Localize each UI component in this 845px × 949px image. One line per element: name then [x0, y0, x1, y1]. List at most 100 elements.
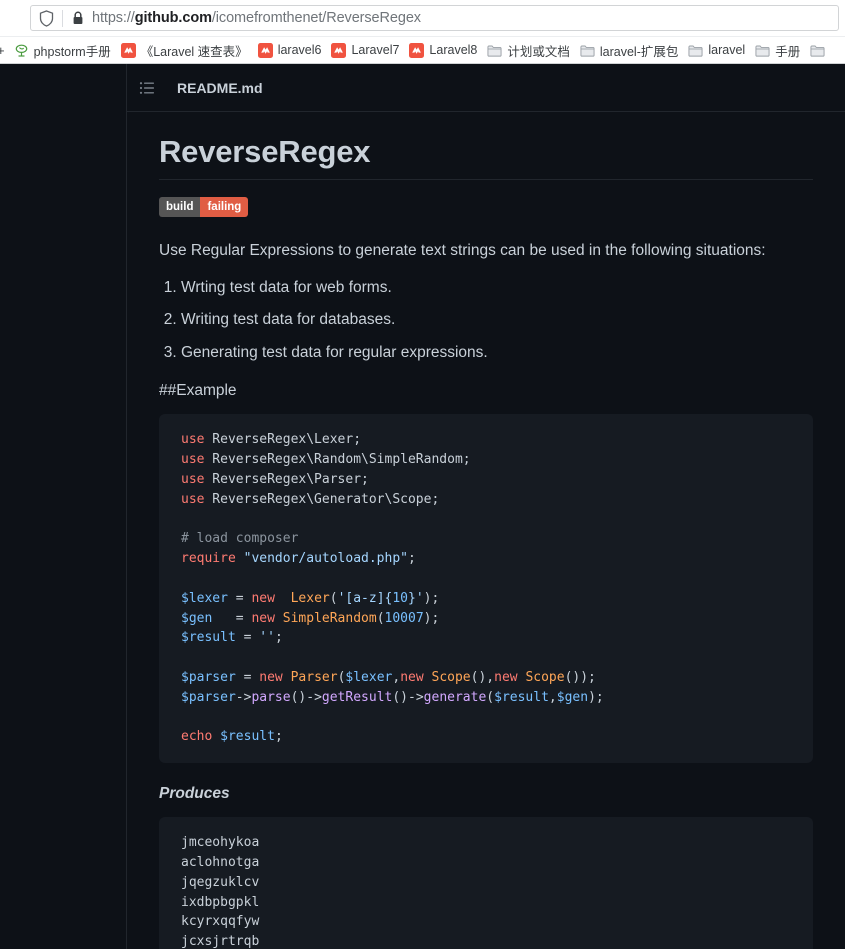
code-token: $lexer: [345, 669, 393, 685]
code-token: ()->: [392, 689, 424, 705]
code-token: # load composer: [181, 531, 299, 547]
bookmark-label: phpstorm手册: [33, 44, 111, 59]
code-token: );: [588, 689, 604, 705]
folder-icon: [688, 43, 703, 58]
bookmark-item[interactable]: 手册: [750, 39, 805, 62]
laravel-icon: [331, 42, 347, 58]
intro-paragraph: Use Regular Expressions to generate text…: [159, 242, 766, 259]
code-token: (),: [470, 669, 495, 685]
list-item: Generating test data for regular express…: [181, 342, 813, 364]
code-token: (: [329, 590, 338, 606]
output-line: jqegzuklcv: [181, 874, 260, 890]
code-token: }': [408, 590, 424, 606]
code-token: new: [251, 590, 275, 606]
url-host: github.com: [134, 10, 212, 26]
url-scheme: https://: [92, 10, 135, 26]
code-token: generate: [423, 689, 487, 705]
code-token: new: [400, 669, 424, 685]
bookmark-label: laravel: [708, 43, 746, 57]
code-token: use: [181, 452, 205, 468]
code-token: Scope: [431, 669, 471, 685]
page-body: README.md ReverseRegex build failing Use…: [0, 64, 845, 949]
url-path: /icomefromthenet/ReverseRegex: [211, 10, 421, 26]
list-unordered-icon[interactable]: [139, 80, 155, 96]
url-text: https://github.com/icomefromthenet/Rever…: [92, 10, 421, 26]
status-badge[interactable]: build failing: [159, 197, 249, 217]
bookmark-item[interactable]: phpstorm手册: [9, 39, 116, 62]
code-token: Parser: [290, 669, 338, 685]
code-token: ReverseRegex\Lexer;: [204, 432, 362, 448]
code-token: =: [227, 590, 252, 606]
readme-content: ReverseRegex build failing Use Regular E…: [127, 112, 845, 949]
code-token: use: [181, 472, 205, 488]
output-line: jmceohykoa: [181, 835, 260, 851]
readme-file-name[interactable]: README.md: [177, 80, 263, 96]
browser-chrome: https://github.com/icomefromthenet/Rever…: [0, 0, 845, 64]
code-token: require: [181, 551, 236, 567]
bookmark-item[interactable]: [805, 41, 830, 60]
code-token: ;: [408, 551, 416, 567]
code-token: parse: [251, 689, 291, 705]
bookmark-item[interactable]: Laravel8: [404, 41, 482, 60]
badge-value: failing: [200, 197, 249, 217]
code-token: =: [235, 669, 260, 685]
laravel-icon: [409, 42, 425, 58]
page-title: ReverseRegex: [159, 134, 813, 180]
code-token: ());: [564, 669, 596, 685]
bookmark-label: Laravel7: [351, 43, 400, 57]
bookmark-item[interactable]: 计划或文档: [482, 39, 575, 62]
code-block-output[interactable]: jmceohykoa aclohnotga jqegzuklcv ixdbpbg…: [159, 817, 813, 949]
readme-panel: README.md ReverseRegex build failing Use…: [126, 64, 845, 949]
shield-icon[interactable]: [39, 9, 54, 27]
code-block-example[interactable]: use ReverseRegex\Lexer; use ReverseRegex…: [159, 414, 813, 764]
code-token: (: [376, 610, 385, 626]
bookmark-item[interactable]: Laravel7: [326, 41, 404, 60]
bookmark-label: 《Laravel 速查表》: [140, 44, 248, 59]
laravel-icon: [120, 42, 136, 58]
produces-heading: Produces: [159, 785, 230, 803]
folder-icon: [487, 43, 502, 58]
folder-icon: [810, 43, 825, 58]
code-token: 10007: [384, 610, 424, 626]
lock-icon[interactable]: [72, 11, 84, 25]
situations-list: Wrting test data for web forms. Writing t…: [181, 277, 813, 364]
omnibox-row: https://github.com/icomefromthenet/Rever…: [0, 0, 845, 36]
code-token: SimpleRandom: [282, 610, 377, 626]
code-token: $parser: [181, 669, 236, 685]
code-token: ()->: [290, 689, 322, 705]
output-line: aclohnotga: [181, 854, 260, 870]
code-token: $result: [494, 689, 549, 705]
code-token: ;: [274, 630, 283, 646]
list-item: Wrting test data for web forms.: [181, 277, 813, 299]
code-token: ,: [548, 689, 557, 705]
list-item: Writing test data for databases.: [181, 309, 813, 331]
bookmark-label: laravel-扩展包: [599, 44, 679, 59]
bookmark-item[interactable]: laravel: [683, 41, 750, 60]
bookmark-item[interactable]: 《Laravel 速查表》: [116, 39, 253, 62]
bookmark-edge-glyph: +: [0, 43, 5, 58]
folder-icon: [580, 43, 595, 58]
code-token: Lexer: [290, 590, 330, 606]
code-token: =: [235, 630, 260, 646]
code-token: $result: [220, 729, 275, 745]
code-token: "vendor/autoload.php": [243, 551, 408, 567]
code-token: Scope: [525, 669, 565, 685]
omnibox-divider: [62, 9, 63, 27]
code-token: $parser: [181, 689, 236, 705]
bookmark-item[interactable]: laravel6: [253, 41, 327, 60]
code-token: ReverseRegex\Generator\Scope;: [204, 491, 440, 507]
code-token: $lexer: [181, 590, 228, 606]
code-token: ReverseRegex\Parser;: [204, 472, 369, 488]
code-token: 10: [392, 590, 409, 606]
output-line: ixdbpbgpkl: [181, 894, 260, 910]
address-bar[interactable]: https://github.com/icomefromthenet/Rever…: [30, 5, 839, 31]
code-token: (: [486, 689, 495, 705]
bookmark-item[interactable]: laravel-扩展包: [575, 39, 684, 62]
code-token: '': [259, 630, 275, 646]
output-line: kcyrxqqfyw: [181, 914, 260, 930]
